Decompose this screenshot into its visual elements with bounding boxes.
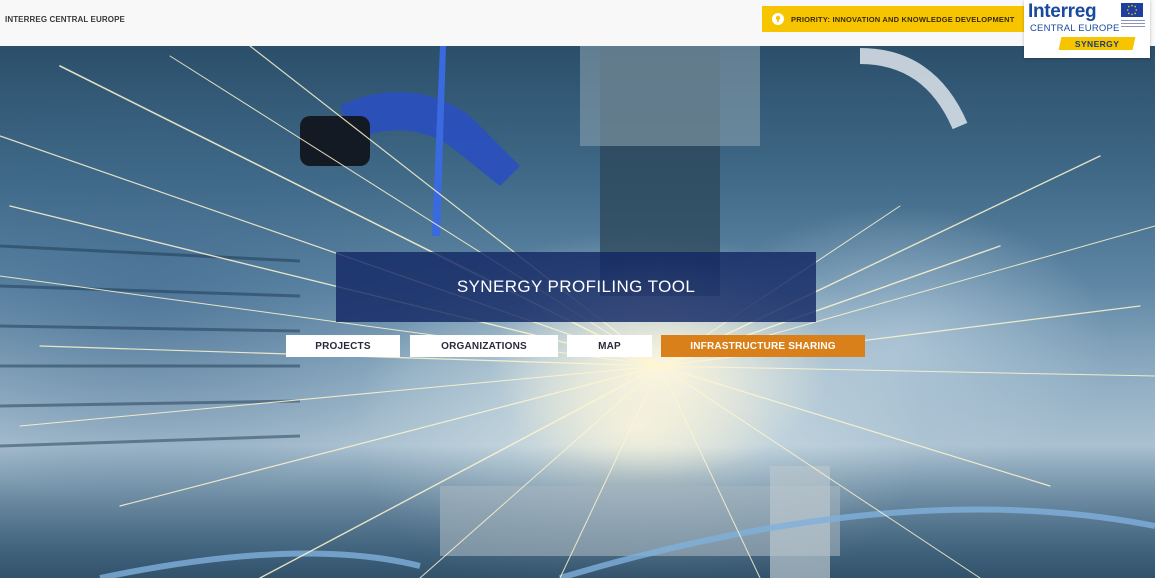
organizations-button[interactable]: ORGANIZATIONS (410, 335, 558, 357)
brand-label[interactable]: INTERREG CENTRAL EUROPE (5, 15, 125, 24)
infrastructure-sharing-button[interactable]: INFRASTRUCTURE SHARING (661, 335, 865, 357)
logo-subtitle: CENTRAL EUROPE (1030, 23, 1120, 34)
logo-fine-print (1121, 20, 1145, 29)
logo-wordmark: Interreg (1028, 1, 1097, 22)
hero-section: SYNERGY PROFILING TOOL PROJECTS ORGANIZA… (0, 46, 1155, 578)
projects-button[interactable]: PROJECTS (286, 335, 400, 357)
interreg-logo[interactable]: Interreg CENTRAL EUROPE SYNERGY (1024, 0, 1150, 58)
hero-title-box: SYNERGY PROFILING TOOL (336, 252, 816, 322)
logo-badge-label: SYNERGY (1074, 38, 1120, 49)
map-button[interactable]: MAP (567, 335, 652, 357)
page-title: SYNERGY PROFILING TOOL (456, 277, 696, 296)
priority-label: PRIORITY: INNOVATION AND KNOWLEDGE DEVEL… (791, 14, 1015, 24)
lightbulb-icon (772, 13, 784, 25)
top-header: INTERREG CENTRAL EUROPE PRIORITY: INNOVA… (0, 0, 1155, 58)
priority-banner[interactable]: PRIORITY: INNOVATION AND KNOWLEDGE DEVEL… (762, 6, 1024, 32)
eu-flag-icon (1121, 3, 1143, 17)
logo-badge: SYNERGY (1058, 37, 1136, 50)
